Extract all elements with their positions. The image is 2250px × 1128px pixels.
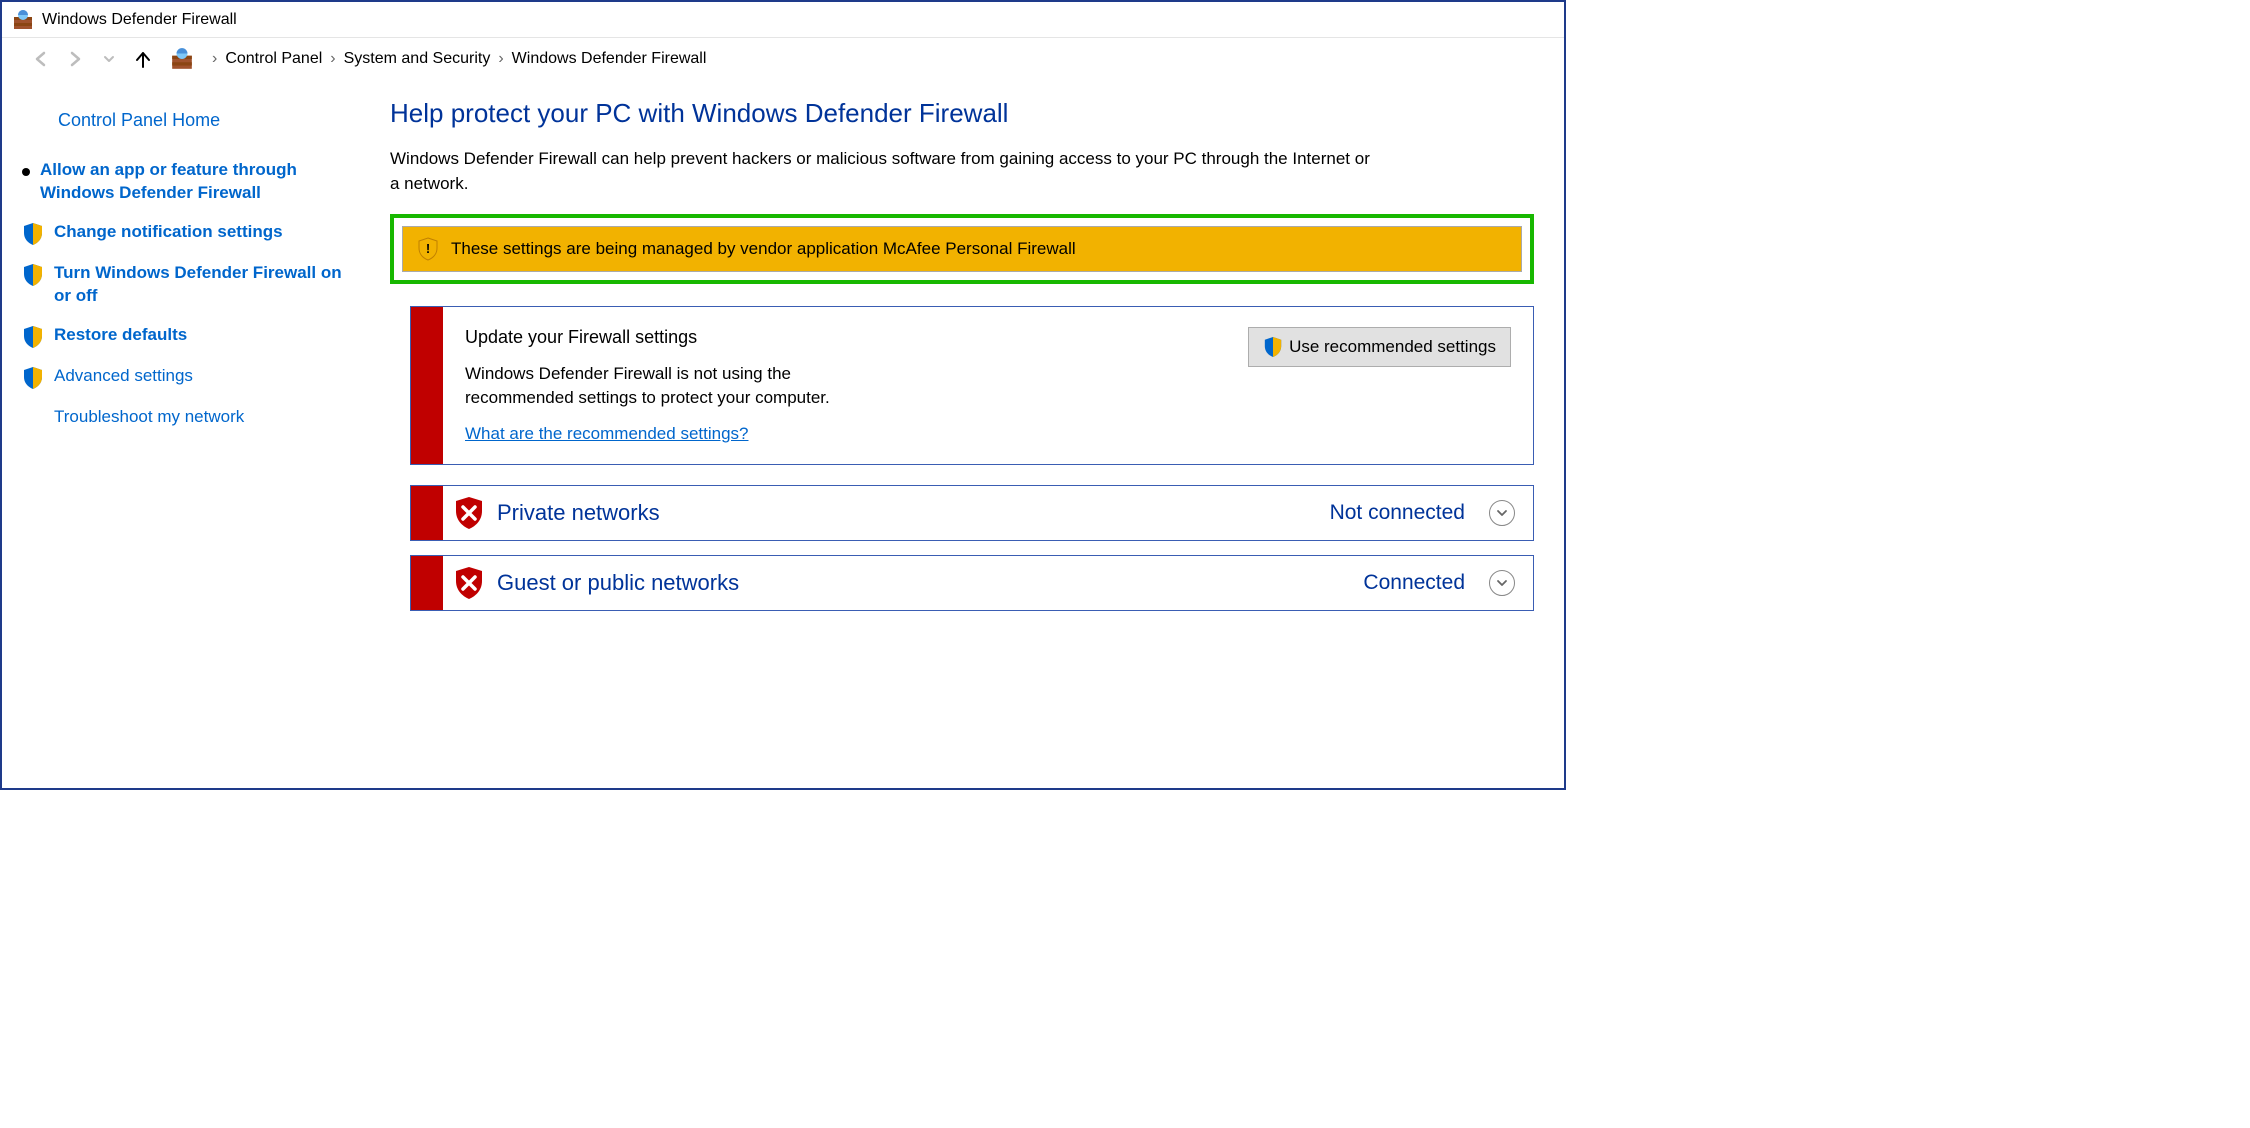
breadcrumb: › Control Panel › System and Security › …: [212, 50, 706, 68]
network-name: Private networks: [497, 500, 660, 526]
public-networks-row[interactable]: Guest or public networks Connected: [410, 555, 1534, 611]
red-indicator-bar: [411, 307, 443, 464]
svg-text:!: !: [426, 241, 430, 256]
vendor-alert-text: These settings are being managed by vend…: [451, 239, 1076, 259]
sidebar-item-turn-on-off[interactable]: Turn Windows Defender Firewall on or off: [22, 262, 360, 308]
sidebar-item-troubleshoot-network[interactable]: Troubleshoot my network: [22, 406, 360, 429]
window-title: Windows Defender Firewall: [42, 11, 237, 29]
shield-icon: [22, 325, 44, 349]
main-content: Help protect your PC with Windows Defend…: [380, 80, 1564, 788]
expand-chevron-icon[interactable]: [1489, 500, 1515, 526]
shield-x-icon: [453, 496, 485, 530]
update-settings-panel: Update your Firewall settings Windows De…: [410, 306, 1534, 465]
nav-recent-dropdown[interactable]: [98, 48, 120, 70]
nav-up-button[interactable]: [132, 48, 154, 70]
bullet-icon: [22, 168, 30, 176]
button-label: Use recommended settings: [1289, 337, 1496, 357]
use-recommended-settings-button[interactable]: Use recommended settings: [1248, 327, 1511, 367]
shield-icon: [22, 263, 44, 287]
vendor-alert-highlight: ! These settings are being managed by ve…: [390, 214, 1534, 284]
red-indicator-bar: [411, 486, 443, 540]
recommended-settings-link[interactable]: What are the recommended settings?: [465, 424, 748, 443]
sidebar: Control Panel Home Allow an app or featu…: [2, 80, 380, 788]
sidebar-item-restore-defaults[interactable]: Restore defaults: [22, 324, 360, 349]
warning-shield-icon: !: [417, 237, 439, 261]
expand-chevron-icon[interactable]: [1489, 570, 1515, 596]
chevron-right-icon: ›: [212, 50, 217, 68]
nav-back-button[interactable]: [30, 48, 52, 70]
firewall-window: Windows Defender Firewall › Control: [0, 0, 1566, 790]
breadcrumb-icon: [170, 47, 194, 71]
firewall-app-icon: [12, 9, 34, 31]
nav-forward-button[interactable]: [64, 48, 86, 70]
shield-icon: [1263, 336, 1283, 358]
breadcrumb-item[interactable]: System and Security: [344, 50, 491, 68]
vendor-alert: ! These settings are being managed by ve…: [402, 226, 1522, 272]
breadcrumb-item[interactable]: Control Panel: [225, 50, 322, 68]
control-panel-home-link[interactable]: Control Panel Home: [58, 110, 360, 131]
page-description: Windows Defender Firewall can help preve…: [390, 147, 1370, 196]
shield-x-icon: [453, 566, 485, 600]
shield-icon: [22, 222, 44, 246]
nav-row: › Control Panel › System and Security › …: [2, 38, 1564, 80]
network-status: Not connected: [1330, 501, 1465, 525]
update-panel-text: Windows Defender Firewall is not using t…: [465, 362, 885, 410]
titlebar: Windows Defender Firewall: [2, 2, 1564, 38]
shield-icon: [22, 366, 44, 390]
network-name: Guest or public networks: [497, 570, 739, 596]
sidebar-item-change-notifications[interactable]: Change notification settings: [22, 221, 360, 246]
sidebar-item-advanced-settings[interactable]: Advanced settings: [22, 365, 360, 390]
chevron-right-icon: ›: [498, 50, 503, 68]
red-indicator-bar: [411, 556, 443, 610]
update-panel-title: Update your Firewall settings: [465, 327, 1218, 348]
network-status: Connected: [1363, 571, 1465, 595]
private-networks-row[interactable]: Private networks Not connected: [410, 485, 1534, 541]
chevron-right-icon: ›: [330, 50, 335, 68]
page-title: Help protect your PC with Windows Defend…: [390, 98, 1534, 129]
breadcrumb-item[interactable]: Windows Defender Firewall: [512, 50, 707, 68]
sidebar-item-allow-app[interactable]: Allow an app or feature through Windows …: [22, 159, 360, 205]
